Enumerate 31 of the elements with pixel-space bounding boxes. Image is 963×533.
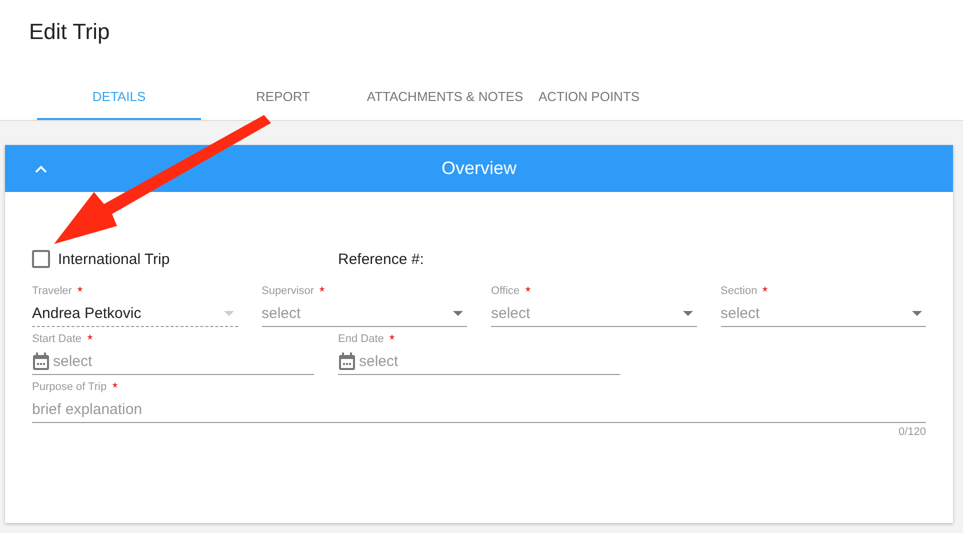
calendar-icon [338, 352, 356, 370]
field-label: Purpose of Trip [32, 381, 107, 393]
select-field[interactable]: select [262, 300, 467, 327]
date-field[interactable]: select [338, 348, 620, 375]
date-field[interactable]: select [32, 348, 314, 375]
caret-icon [453, 310, 463, 316]
tab[interactable]: ACTION POINTS [525, 72, 653, 120]
caret-icon [682, 310, 692, 316]
select-field[interactable]: select [491, 300, 696, 327]
reference-label: Reference #: [338, 250, 424, 268]
panel-title: Overview [441, 158, 516, 179]
character-counter: 0/120 [898, 426, 926, 438]
caret-icon [912, 310, 922, 316]
field-label: Start Date [32, 333, 82, 345]
tab[interactable]: REPORT [201, 72, 365, 120]
field-label: Traveler [32, 285, 72, 297]
field-label: Supervisor [262, 285, 314, 297]
field-label: Section [720, 285, 758, 297]
select-field[interactable]: select [720, 300, 926, 327]
field-label: End Date [338, 333, 384, 345]
calendar-icon [32, 352, 50, 370]
chevron-icon[interactable] [35, 165, 47, 173]
field-label: Office [491, 285, 520, 297]
tab[interactable]: ATTACHMENTS & NOTES [365, 72, 525, 120]
panel-header[interactable]: Overview [5, 145, 953, 192]
checkbox-label: International Trip [58, 250, 170, 268]
input-field[interactable]: brief explanation [32, 396, 926, 423]
page-title: Edit Trip [28, 18, 111, 46]
tab[interactable]: DETAILS [37, 72, 201, 120]
checkbox[interactable] [32, 250, 50, 268]
caret-icon [224, 310, 234, 316]
